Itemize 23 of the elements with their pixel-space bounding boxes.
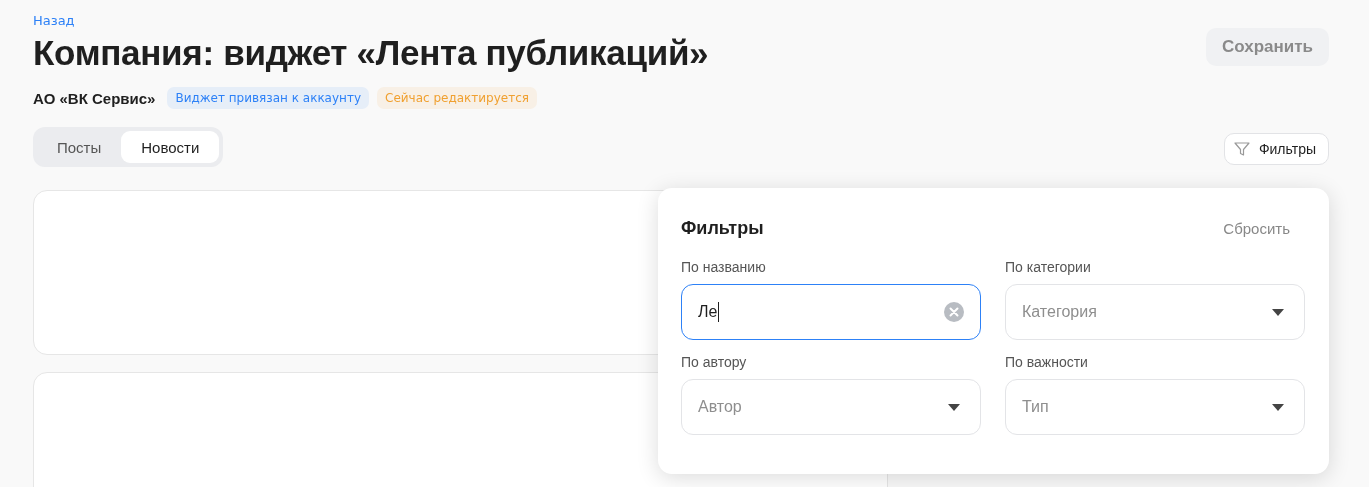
filter-icon xyxy=(1232,140,1251,158)
select-field[interactable]: Автор xyxy=(681,379,981,435)
field-label: По категории xyxy=(1005,259,1092,275)
dropdown-arrow-icon xyxy=(948,403,960,411)
page-title: Компания: виджет «Лента публикаций» xyxy=(33,33,709,73)
status-badge: Сейчас редактируется xyxy=(377,87,538,109)
back-link[interactable]: Назад xyxy=(33,13,75,28)
select-field[interactable]: Категория xyxy=(1005,284,1305,340)
tab[interactable]: Посты xyxy=(37,131,122,163)
field-label: По названию xyxy=(681,259,767,275)
status-badge: Виджет привязан к аккаунту xyxy=(167,87,369,109)
dropdown-arrow-icon xyxy=(1272,403,1284,411)
company-name: АО «ВК Сервис» xyxy=(33,89,156,107)
dropdown-arrow-icon xyxy=(1272,308,1284,316)
tab[interactable]: Новости xyxy=(121,131,220,163)
field-label: По важности xyxy=(1005,354,1089,370)
field-label: По автору xyxy=(681,354,748,370)
input-field[interactable]: Ле xyxy=(681,284,981,340)
filter-button[interactable]: Фильтры xyxy=(1223,133,1329,165)
popover-title: Фильтры xyxy=(681,218,764,239)
select-field[interactable]: Тип xyxy=(1005,379,1305,435)
reset-button[interactable]: Сбросить xyxy=(1223,220,1306,237)
clear-icon[interactable] xyxy=(944,302,964,322)
